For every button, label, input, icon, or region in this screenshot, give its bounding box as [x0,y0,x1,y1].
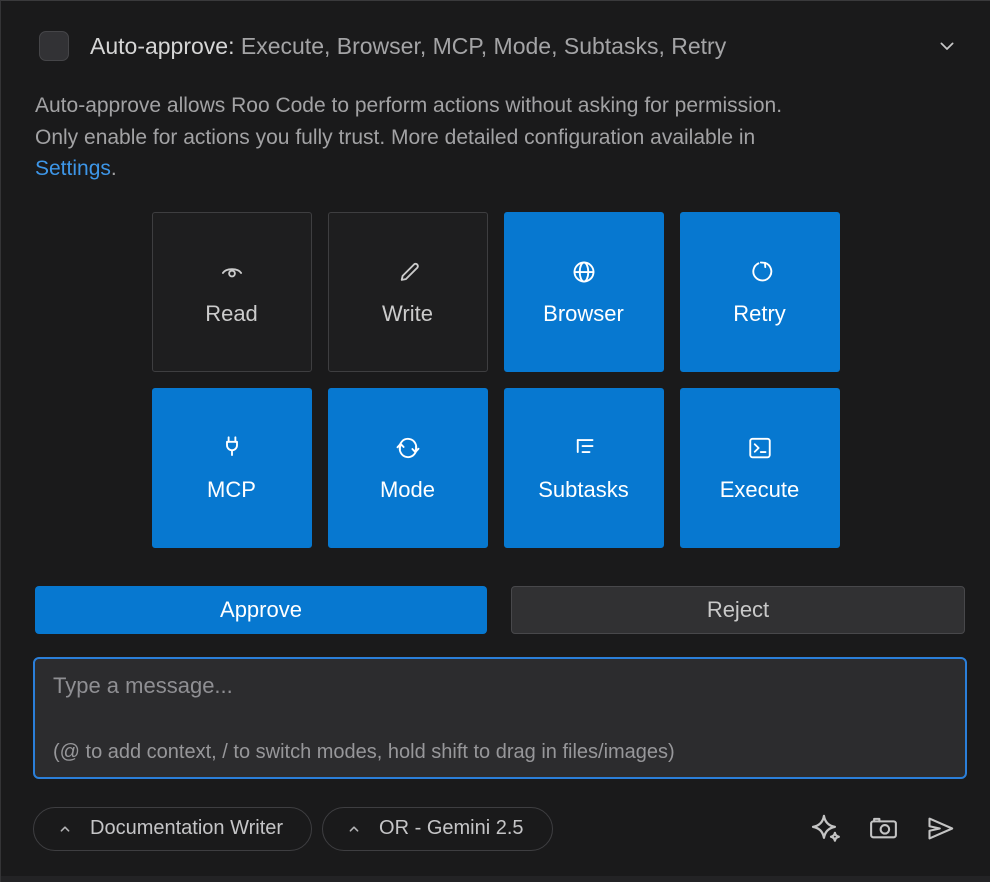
pencil-icon [393,257,423,287]
screenshot-button[interactable] [867,812,900,845]
auto-approve-header[interactable]: Auto-approve: Execute, Browser, MCP, Mod… [39,31,960,61]
footer-icons [810,812,957,845]
toggle-label: Read [205,301,258,327]
send-icon [924,812,957,845]
send-button[interactable] [924,812,957,845]
toggle-mcp[interactable]: MCP [152,388,312,548]
mode-selector-label: Documentation Writer [90,817,283,840]
model-selector[interactable]: OR - Gemini 2.5 [322,807,552,851]
terminal-icon [745,433,775,463]
description-line-2: Only enable for actions you fully trust.… [35,122,960,154]
auto-approve-checkbox[interactable] [39,31,69,61]
auto-approve-toggle-grid: Read Write Browser Retry [152,212,840,548]
reject-button[interactable]: Reject [511,586,965,634]
toggle-label: Execute [720,477,800,503]
globe-icon [569,257,599,287]
auto-approve-summary: Execute, Browser, MCP, Mode, Subtasks, R… [241,33,726,59]
enhance-prompt-button[interactable] [810,812,843,845]
settings-period: . [111,157,117,180]
toggle-execute[interactable]: Execute [680,388,840,548]
description-line-1: Auto-approve allows Roo Code to perform … [35,90,960,122]
refresh-icon [745,257,775,287]
message-composer[interactable]: (@ to add context, / to switch modes, ho… [33,657,967,779]
auto-approve-description: Auto-approve allows Roo Code to perform … [35,90,960,185]
action-buttons: Approve Reject [35,586,965,634]
toggle-browser[interactable]: Browser [504,212,664,372]
bottom-divider [1,876,990,882]
toggle-label: MCP [207,477,256,503]
auto-approve-label: Auto-approve: [90,33,234,59]
auto-approve-title: Auto-approve: Execute, Browser, MCP, Mod… [90,33,726,60]
description-line-3: Settings. [35,153,960,185]
approve-button[interactable]: Approve [35,586,487,634]
toggle-label: Retry [733,301,786,327]
toggle-label: Mode [380,477,435,503]
toggle-mode[interactable]: Mode [328,388,488,548]
chevron-up-icon [57,822,73,836]
toggle-subtasks[interactable]: Subtasks [504,388,664,548]
chevron-down-icon[interactable] [934,33,960,59]
toggle-read[interactable]: Read [152,212,312,372]
camera-icon [867,812,900,845]
toggle-write[interactable]: Write [328,212,488,372]
settings-link[interactable]: Settings [35,157,111,180]
model-selector-label: OR - Gemini 2.5 [379,817,523,840]
sync-icon [393,433,423,463]
composer-hint: (@ to add context, / to switch modes, ho… [53,741,675,764]
sparkle-icon [810,812,843,845]
chevron-up-icon [346,822,362,836]
toggle-label: Write [382,301,433,327]
eye-icon [217,257,247,287]
toggle-retry[interactable]: Retry [680,212,840,372]
list-tree-icon [569,433,599,463]
message-textarea[interactable] [53,673,947,731]
plug-icon [217,433,247,463]
toggle-label: Subtasks [538,477,629,503]
footer-bar: Documentation Writer OR - Gemini 2.5 [33,807,957,851]
toggle-label: Browser [543,301,624,327]
mode-selector[interactable]: Documentation Writer [33,807,312,851]
